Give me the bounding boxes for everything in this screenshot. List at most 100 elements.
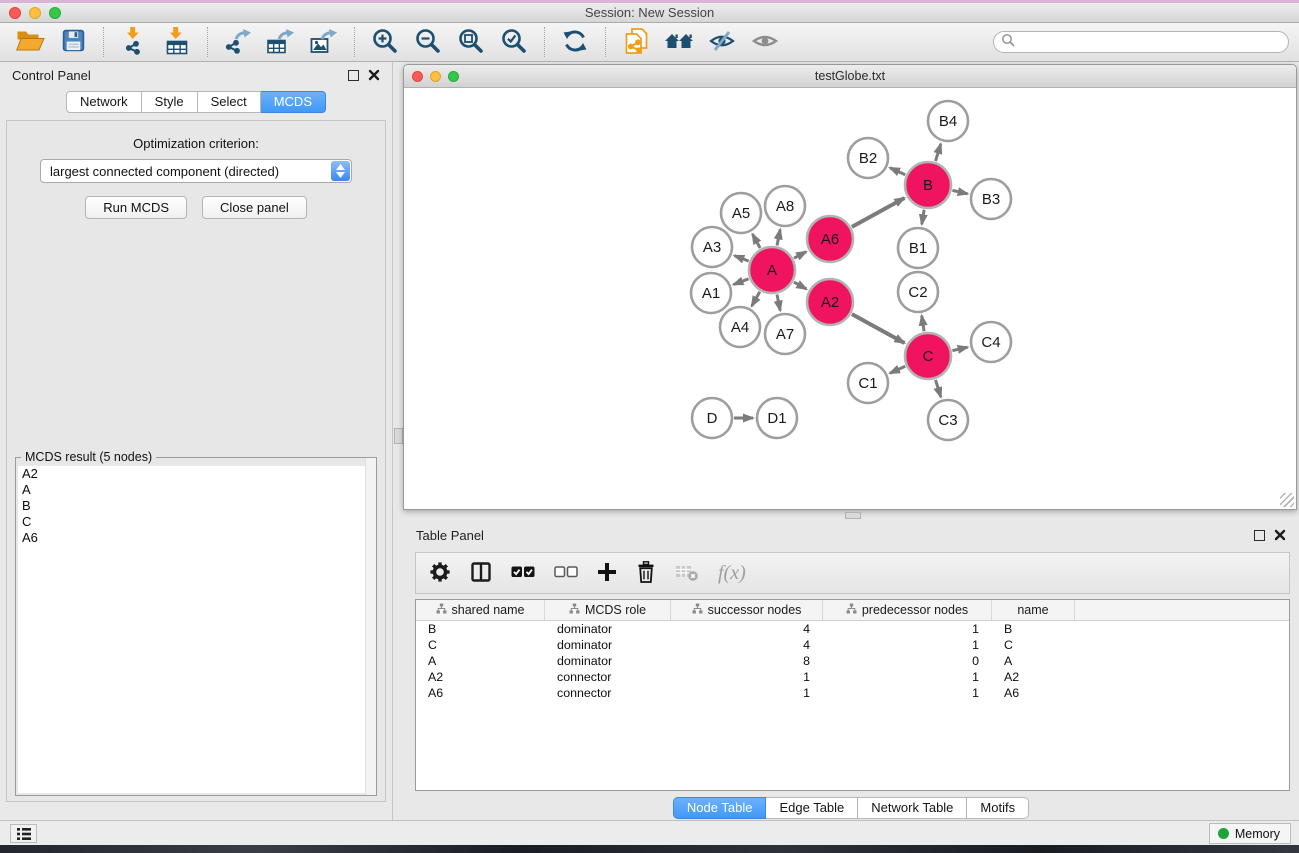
table-cell[interactable]: B: [416, 622, 545, 636]
column-header-shared-name[interactable]: shared name: [416, 600, 545, 620]
graph-edge-B-B3[interactable]: [952, 190, 967, 193]
table-options-gear-button[interactable]: [429, 560, 451, 586]
new-network-from-selection-button[interactable]: [619, 25, 653, 59]
criterion-select[interactable]: largest connected component (directed): [40, 159, 352, 183]
table-cell[interactable]: connector: [545, 686, 671, 700]
graph-node-A4[interactable]: A4: [720, 307, 760, 347]
graph-node-B2[interactable]: B2: [848, 138, 888, 178]
table-cell[interactable]: A6: [992, 686, 1075, 700]
mcds-result-item[interactable]: C: [18, 514, 374, 530]
table-cell[interactable]: A2: [416, 670, 545, 684]
table-cell[interactable]: A: [992, 654, 1075, 668]
table-cell[interactable]: 4: [671, 622, 823, 636]
graph-node-B3[interactable]: B3: [971, 179, 1011, 219]
table-cell[interactable]: C: [416, 638, 545, 652]
graph-edge-B-B1[interactable]: [922, 210, 924, 225]
table-cell[interactable]: 0: [823, 654, 992, 668]
graph-edge-A-A3[interactable]: [734, 256, 748, 262]
export-network-button[interactable]: [221, 25, 255, 59]
task-history-button[interactable]: [10, 824, 37, 843]
network-canvas[interactable]: B4B2BB3A8A5A6A3B1AA1C2A2A4A7C4CC1DD1C3: [405, 89, 1295, 508]
tab-mcds[interactable]: MCDS: [261, 91, 326, 113]
graph-node-C4[interactable]: C4: [971, 322, 1011, 362]
graph-edge-A-A2[interactable]: [794, 282, 807, 289]
add-column-button[interactable]: [597, 560, 617, 586]
mcds-result-list[interactable]: A2ABCA6: [18, 466, 374, 793]
delete-columns-button[interactable]: [636, 560, 656, 586]
show-all-button[interactable]: [748, 25, 782, 59]
search-field[interactable]: [993, 31, 1289, 53]
graph-node-B1[interactable]: B1: [898, 228, 938, 268]
network-window-titlebar[interactable]: testGlobe.txt: [404, 65, 1296, 88]
hide-selected-button[interactable]: [705, 25, 739, 59]
zoom-fit-button[interactable]: [454, 25, 488, 59]
graph-edge-A-A1[interactable]: [734, 279, 749, 285]
table-cell[interactable]: A6: [416, 686, 545, 700]
search-input[interactable]: [1020, 35, 1281, 49]
table-cell[interactable]: 1: [823, 670, 992, 684]
graph-node-A5[interactable]: A5: [721, 193, 761, 233]
graph-edge-A-A7[interactable]: [777, 295, 780, 311]
tab-network[interactable]: Network: [66, 91, 142, 113]
tab-motifs[interactable]: Motifs: [967, 797, 1029, 819]
column-header-MCDS-role[interactable]: MCDS role: [545, 600, 671, 620]
table-row[interactable]: A6connector11A6: [416, 685, 1289, 701]
save-session-button[interactable]: [56, 25, 90, 59]
vertical-split-handle[interactable]: [394, 428, 403, 444]
minimize-window-button[interactable]: [29, 7, 41, 19]
mcds-result-item[interactable]: A: [18, 482, 374, 498]
column-header-predecessor-nodes[interactable]: predecessor nodes: [823, 600, 992, 620]
zoom-window-button[interactable]: [49, 7, 61, 19]
graph-edge-C-C1[interactable]: [890, 366, 905, 373]
graph-node-B[interactable]: B: [905, 162, 951, 208]
graph-node-B4[interactable]: B4: [928, 101, 968, 141]
mcds-result-item[interactable]: B: [18, 498, 374, 514]
table-cell[interactable]: dominator: [545, 638, 671, 652]
graph-node-A6[interactable]: A6: [807, 216, 853, 262]
table-cell[interactable]: 4: [671, 638, 823, 652]
zoom-out-button[interactable]: [411, 25, 445, 59]
tab-select[interactable]: Select: [198, 91, 261, 113]
table-cell[interactable]: 1: [823, 686, 992, 700]
apply-function-button[interactable]: f(x): [718, 560, 746, 586]
horizontal-split-handle[interactable]: [845, 512, 861, 519]
graph-edge-B-B2[interactable]: [890, 168, 905, 175]
table-cell[interactable]: dominator: [545, 622, 671, 636]
graph-node-A7[interactable]: A7: [765, 314, 805, 354]
graph-edge-A-A4[interactable]: [752, 292, 760, 306]
network-zoom-button[interactable]: [448, 71, 459, 82]
zoom-in-button[interactable]: [368, 25, 402, 59]
graph-node-C[interactable]: C: [905, 333, 951, 379]
graph-node-A3[interactable]: A3: [692, 227, 732, 267]
mcds-result-item[interactable]: A6: [18, 530, 374, 546]
open-file-button[interactable]: [13, 25, 47, 59]
column-visibility-button[interactable]: [470, 560, 492, 586]
table-cell[interactable]: 1: [671, 686, 823, 700]
run-mcds-button[interactable]: Run MCDS: [85, 196, 187, 219]
result-scrollbar[interactable]: [365, 458, 376, 795]
graph-node-C3[interactable]: C3: [928, 400, 968, 440]
graph-edge-A-A5[interactable]: [753, 234, 761, 248]
table-cell[interactable]: dominator: [545, 654, 671, 668]
column-header-name[interactable]: name: [992, 600, 1075, 620]
table-cell[interactable]: B: [992, 622, 1075, 636]
float-table-panel-icon[interactable]: [1254, 530, 1265, 541]
table-row[interactable]: A2connector11A2: [416, 669, 1289, 685]
window-resize-grip[interactable]: [1280, 493, 1294, 507]
import-network-button[interactable]: [117, 25, 151, 59]
graph-edge-B-B4[interactable]: [936, 144, 941, 161]
graph-node-D[interactable]: D: [692, 398, 732, 438]
memory-button[interactable]: Memory: [1209, 823, 1291, 844]
close-panel-button[interactable]: Close panel: [202, 196, 307, 219]
table-cell[interactable]: C: [992, 638, 1075, 652]
close-panel-icon[interactable]: [368, 69, 380, 81]
tab-network-table[interactable]: Network Table: [858, 797, 967, 819]
table-row[interactable]: Bdominator41B: [416, 621, 1289, 637]
table-cell[interactable]: A2: [992, 670, 1075, 684]
refresh-button[interactable]: [558, 25, 592, 59]
close-table-panel-icon[interactable]: [1274, 529, 1286, 541]
table-cell[interactable]: 1: [823, 638, 992, 652]
network-minimize-button[interactable]: [430, 71, 441, 82]
tab-node-table[interactable]: Node Table: [673, 797, 767, 819]
table-cell[interactable]: 1: [671, 670, 823, 684]
